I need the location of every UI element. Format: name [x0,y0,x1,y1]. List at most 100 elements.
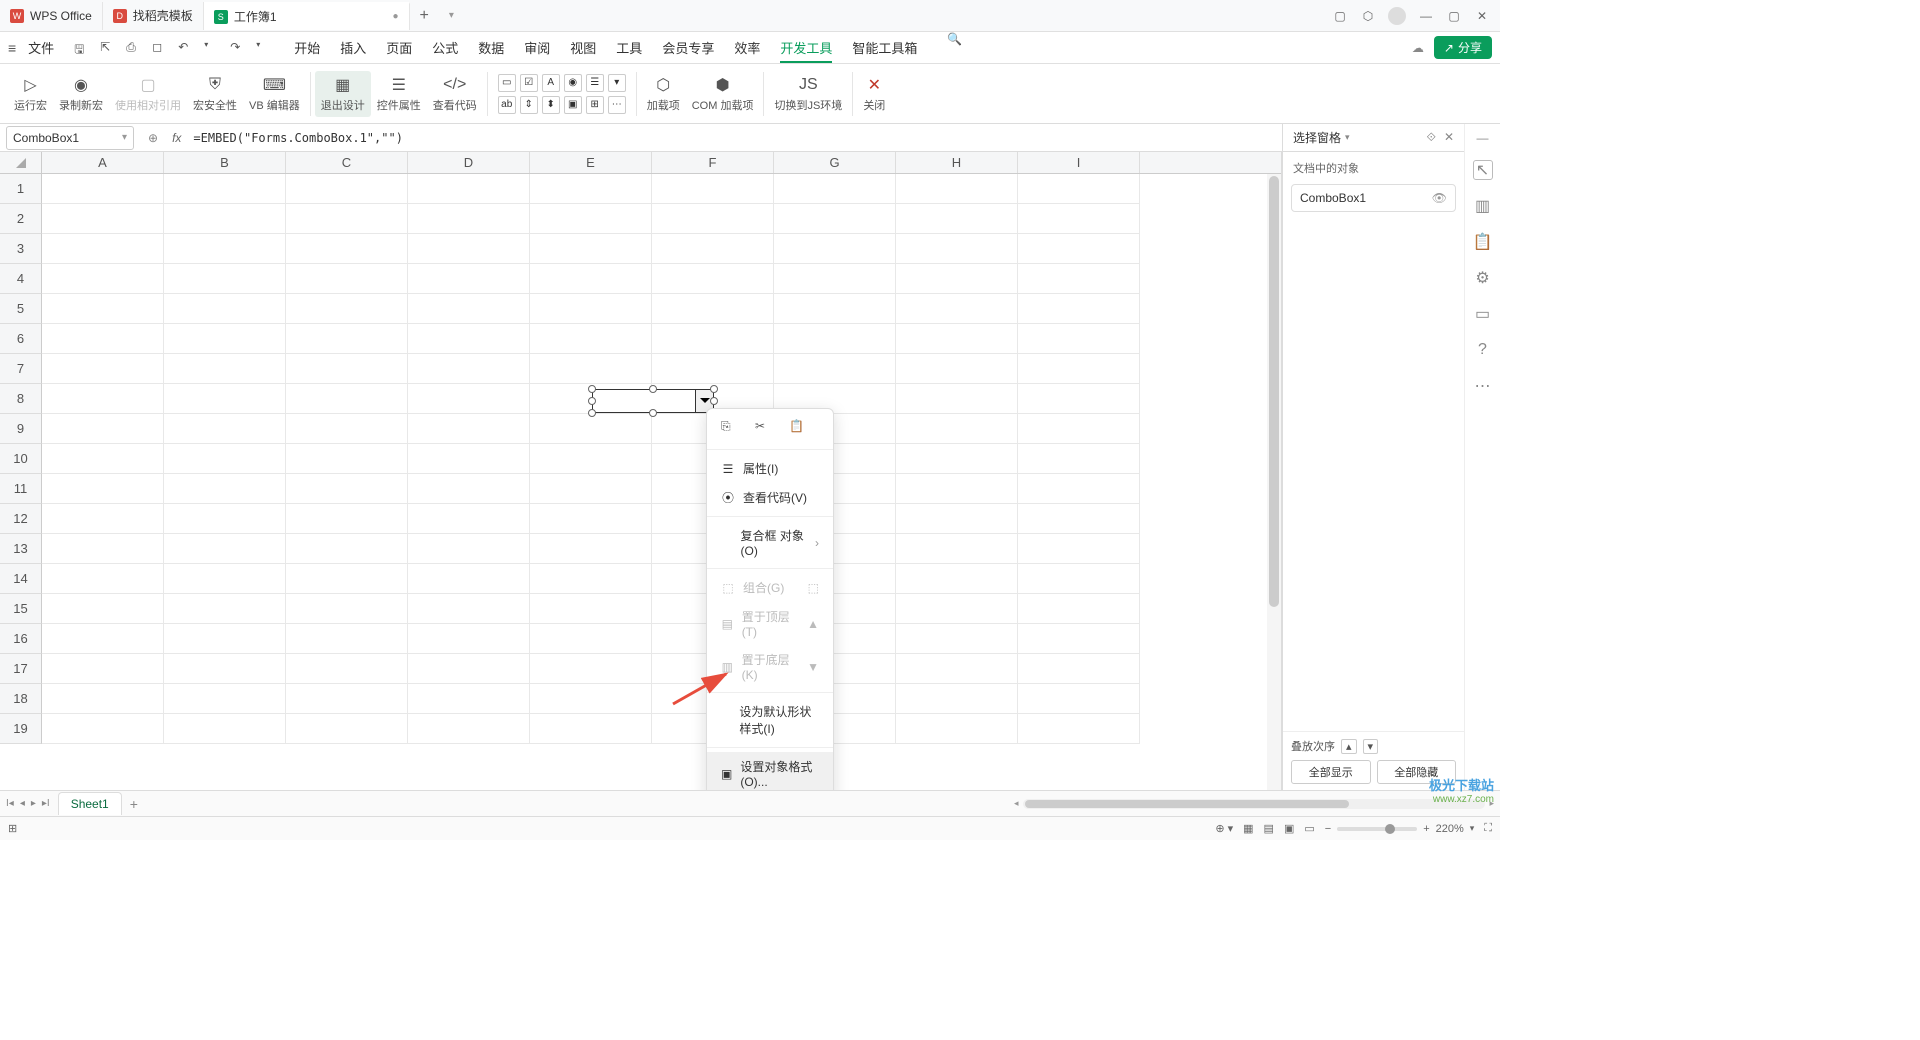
cell[interactable] [408,714,530,744]
layout-icon[interactable]: ▥ [1473,196,1493,216]
fx-icon[interactable]: fx [166,131,187,145]
control-scroll-icon[interactable]: ⬍ [542,96,560,114]
minimize-icon[interactable]: — [1418,8,1434,24]
cell[interactable] [164,444,286,474]
cell[interactable] [774,204,896,234]
cell[interactable] [408,294,530,324]
menutab-efficiency[interactable]: 效率 [734,32,760,63]
tab-menu-button[interactable]: ▾ [439,10,464,21]
cell[interactable] [286,354,408,384]
help-icon[interactable]: ? [1473,340,1493,360]
cell[interactable] [164,324,286,354]
cell[interactable] [42,534,164,564]
cell[interactable] [896,534,1018,564]
cell[interactable] [408,324,530,354]
row-header[interactable]: 12 [0,504,42,534]
cell[interactable] [164,594,286,624]
col-header[interactable]: E [530,152,652,173]
cell[interactable] [1018,564,1140,594]
cell[interactable] [42,264,164,294]
cell[interactable] [530,624,652,654]
order-down-icon[interactable]: ▾ [1363,739,1379,754]
cell[interactable] [652,174,774,204]
undo-dropdown-icon[interactable]: ▾ [204,40,220,56]
share-button[interactable]: ↗ 分享 [1434,36,1492,59]
menutab-tools[interactable]: 工具 [616,32,642,63]
cell[interactable] [164,384,286,414]
resize-handle[interactable] [710,385,718,393]
cell[interactable] [408,354,530,384]
row-header[interactable]: 7 [0,354,42,384]
cell[interactable] [286,294,408,324]
cell[interactable] [286,474,408,504]
zoom-slider[interactable] [1337,827,1417,831]
preview-icon[interactable]: ◻ [152,40,168,56]
cell[interactable] [1018,474,1140,504]
cell[interactable] [164,534,286,564]
row-header[interactable]: 11 [0,474,42,504]
file-menu[interactable]: 文件 [24,38,58,57]
row-header[interactable]: 6 [0,324,42,354]
select-all-corner[interactable] [0,152,42,173]
cell[interactable] [286,204,408,234]
resize-handle[interactable] [588,409,596,417]
zoom-dropdown-icon[interactable]: ▾ [1470,823,1475,834]
cell[interactable] [774,324,896,354]
row-header[interactable]: 5 [0,294,42,324]
cell[interactable] [1018,414,1140,444]
show-all-button[interactable]: 全部显示 [1291,760,1371,784]
control-text-icon[interactable]: ab [498,96,516,114]
print-icon[interactable]: ⎙ [126,40,142,56]
col-header[interactable]: G [774,152,896,173]
control-button-icon[interactable]: ▭ [498,74,516,92]
cell[interactable] [164,234,286,264]
cell[interactable] [896,324,1018,354]
cell[interactable] [408,534,530,564]
zoom-out-icon[interactable]: − [1325,823,1331,835]
chevron-down-icon[interactable]: ▾ [122,132,127,143]
control-props-button[interactable]: ☰控件属性 [371,71,427,117]
cell[interactable] [164,354,286,384]
namebox[interactable]: ComboBox1 ▾ [6,126,134,150]
resize-handle[interactable] [588,385,596,393]
cell[interactable] [164,654,286,684]
exit-design-button[interactable]: ▦退出设计 [315,71,371,117]
run-macro-button[interactable]: ▷运行宏 [8,71,53,117]
cell[interactable] [530,714,652,744]
cell[interactable] [530,294,652,324]
cell[interactable] [1018,444,1140,474]
cell[interactable] [286,594,408,624]
macro-security-button[interactable]: ⛨宏安全性 [187,71,243,117]
cell[interactable] [408,684,530,714]
cell[interactable] [286,684,408,714]
menutab-view[interactable]: 视图 [570,32,596,63]
fullscreen-icon[interactable]: ⛶ [1484,822,1492,835]
cell[interactable] [1018,534,1140,564]
export-icon[interactable]: ⇱ [100,40,116,56]
cell[interactable] [42,714,164,744]
cell[interactable] [42,654,164,684]
cell[interactable] [286,624,408,654]
cell[interactable] [530,684,652,714]
menutab-ai[interactable]: 智能工具箱 [852,32,917,63]
row-header[interactable]: 4 [0,264,42,294]
cell[interactable] [896,294,1018,324]
cell[interactable] [42,294,164,324]
cell[interactable] [164,624,286,654]
row-header[interactable]: 13 [0,534,42,564]
control-checkbox-icon[interactable]: ☑ [520,74,538,92]
cell[interactable] [774,234,896,264]
cell[interactable] [774,174,896,204]
cell[interactable] [530,354,652,384]
com-addin-button[interactable]: ⬢COM 加载项 [686,71,760,117]
cell[interactable] [652,234,774,264]
cell[interactable] [1018,294,1140,324]
cell[interactable] [408,564,530,594]
redo-dropdown-icon[interactable]: ▾ [256,40,272,56]
cell[interactable] [1018,174,1140,204]
cell[interactable] [42,444,164,474]
addin-button[interactable]: ⬡加载项 [641,71,686,117]
row-header[interactable]: 2 [0,204,42,234]
undo-icon[interactable]: ↶ [178,40,194,56]
cell[interactable] [1018,204,1140,234]
